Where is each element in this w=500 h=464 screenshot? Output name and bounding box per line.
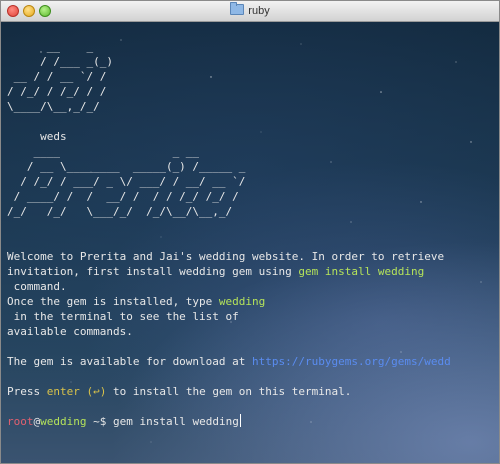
prompt-host: wedding [40,415,87,428]
text-cursor [239,414,241,427]
install-instruction-line: invitation, first install wedding gem us… [7,264,499,279]
ascii-logo-prerita: ____ _ __ / __ \________ _____(_) /_____… [7,145,246,218]
command-input[interactable]: gem install wedding [113,415,239,428]
window-title-group: ruby [1,2,499,17]
terminal-window: ruby __ _ / /___ _(_) __ / / __ `/ / / /… [0,0,500,464]
available-commands-line: available commands. [7,325,133,338]
rubygems-link[interactable]: https://rubygems.org/gems/wedd [252,355,451,368]
window-title: ruby [248,5,270,17]
install-command-highlight: gem install wedding [298,265,425,278]
title-bar: ruby [1,1,499,22]
folder-icon [230,2,245,15]
command-word-line: command. [7,280,67,293]
wedding-command-highlight: wedding [218,295,266,308]
press-post-text: to install the gem on this terminal. [106,385,352,398]
download-line: The gem is available for download at htt… [7,354,499,369]
install-instruction-text: invitation, first install wedding gem us… [7,265,299,278]
terminal-output: __ _ / /___ _(_) __ / / __ `/ / / /_/ / … [7,24,499,429]
welcome-line: Welcome to Prerita and Jai's wedding web… [7,250,445,263]
press-enter-line: Press enter (↩) to install the gem on th… [7,384,499,399]
press-text: Press [7,385,47,398]
download-text: The gem is available for download at [7,355,253,368]
prompt-path: ~$ [86,415,113,428]
type-instruction-text: Once the gem is installed, type [7,295,219,308]
ascii-logo-jai: __ _ / /___ _(_) __ / / __ `/ / / /_/ / … [7,40,113,113]
enter-key-highlight: enter (↩) [46,385,107,398]
terminal-area[interactable]: __ _ / /___ _(_) __ / / __ `/ / / /_/ / … [1,22,499,463]
type-instruction-line: Once the gem is installed, type wedding [7,294,499,309]
prompt-user: root [7,415,34,428]
terminal-list-line: in the terminal to see the list of [7,310,239,323]
ascii-weds-label: weds [7,130,67,143]
command-prompt-line[interactable]: root@wedding ~$ gem install wedding [7,414,499,429]
